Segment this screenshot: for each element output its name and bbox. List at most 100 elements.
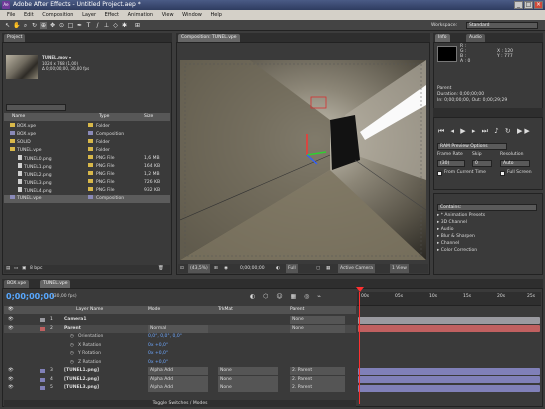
layer-mode-select[interactable]: Alpha Add	[148, 367, 208, 375]
hand-tool-icon[interactable]: ✋	[13, 22, 20, 29]
layer-property-row[interactable]: ◷ Y Rotation 0x +0,0°	[4, 350, 356, 358]
menu-edit[interactable]: Edit	[24, 12, 34, 18]
track-xy-camera-tool-icon[interactable]: ✥	[49, 22, 56, 29]
active-camera-select[interactable]: Active Camera	[338, 264, 376, 273]
eye-icon[interactable]: 👁	[8, 325, 14, 333]
tab-audio[interactable]: Audio	[466, 34, 485, 42]
layer-parent-select[interactable]: 2. Parent	[290, 384, 345, 392]
full-screen-checkbox[interactable]	[500, 171, 505, 176]
layer-name[interactable]: Parent	[64, 325, 81, 333]
label-color-swatch[interactable]	[88, 179, 93, 183]
column-mode[interactable]: Mode	[148, 306, 160, 314]
layer-mode-select[interactable]: Alpha Add	[148, 384, 208, 392]
effects-category-item[interactable]: ▸ 3D Channel	[437, 220, 467, 226]
layer-parent-select[interactable]: None	[290, 316, 345, 324]
layer-property-row[interactable]: ◷ X Rotation 0x +0,0°	[4, 342, 356, 350]
timeline-layer-row[interactable]: 👁 2 Parent Normal None	[4, 324, 356, 333]
text-tool-icon[interactable]: T	[85, 22, 92, 29]
eye-icon[interactable]: 👁	[8, 384, 14, 392]
zoom-select[interactable]: (43,5%)	[188, 264, 210, 273]
project-item-row[interactable]: TUNEL.vpe Folder	[4, 147, 170, 155]
label-color-swatch[interactable]	[88, 131, 93, 135]
frame-rate-select[interactable]: (30)	[437, 160, 465, 167]
skip-input[interactable]: 0	[472, 160, 492, 167]
column-name[interactable]: Name	[12, 113, 25, 121]
menu-help[interactable]: Help	[210, 12, 221, 18]
live-update-icon[interactable]: ◐	[250, 293, 258, 300]
eye-icon[interactable]: 👁	[8, 316, 14, 324]
close-icon[interactable]: ×	[534, 1, 543, 9]
timeline-layer-row[interactable]: 👁 1 Camera1 None	[4, 316, 356, 324]
layer-duration-bar[interactable]	[358, 376, 540, 383]
resolution-select[interactable]: Full	[286, 264, 298, 273]
effects-category-item[interactable]: ▸ * Animation Presets	[437, 213, 485, 219]
layer-duration-bar[interactable]	[358, 316, 540, 324]
orbit-camera-tool-icon[interactable]: ⊕	[40, 22, 47, 29]
show-channel-icon[interactable]: ◐	[276, 264, 280, 273]
menu-view[interactable]: View	[162, 12, 174, 18]
timeline-timecode[interactable]: 0;00;00;00	[6, 292, 55, 301]
layer-label-swatch[interactable]	[40, 369, 45, 373]
label-color-swatch[interactable]	[88, 139, 93, 143]
label-color-swatch[interactable]	[88, 155, 93, 159]
last-frame-icon[interactable]: ⏭	[482, 127, 490, 135]
stopwatch-icon[interactable]: ◷	[70, 350, 74, 358]
maximize-icon[interactable]: □	[524, 1, 533, 9]
pan-behind-tool-icon[interactable]: ⊙	[58, 22, 65, 29]
layer-parent-select[interactable]: 2. Parent	[290, 367, 345, 375]
composition-viewer[interactable]	[180, 60, 426, 260]
view-layout-select[interactable]: 1 View	[390, 264, 409, 273]
workspace-select[interactable]: Standard	[466, 22, 538, 29]
stopwatch-icon[interactable]: ◷	[70, 342, 74, 350]
hide-shy-icon[interactable]: ☺	[276, 293, 285, 300]
column-type[interactable]: Type	[99, 113, 109, 121]
menu-composition[interactable]: Composition	[42, 12, 73, 18]
region-of-interest-icon[interactable]: ▢	[316, 264, 320, 273]
property-value[interactable]: 0,0°, 0,0°, 0,0°	[148, 333, 182, 341]
eye-icon[interactable]: 👁	[8, 376, 14, 384]
rotate-tool-icon[interactable]: ↻	[31, 22, 38, 29]
previous-frame-icon[interactable]: ◂	[451, 127, 457, 135]
trash-icon[interactable]: 🗑	[158, 265, 164, 273]
snapshot-icon[interactable]: ◉	[224, 264, 228, 273]
project-item-row[interactable]: TUNEL4.png PNG File 932 KB	[4, 187, 170, 195]
layer-trkmat-select[interactable]: None	[218, 384, 278, 392]
project-item-row[interactable]: BOX.vpe Composition	[4, 131, 170, 139]
pen-tool-icon[interactable]: ✒	[76, 22, 83, 29]
safe-zones-icon[interactable]: ⊞	[214, 264, 218, 273]
tab-composition[interactable]: Composition: TUNEL.vpe	[178, 34, 240, 42]
next-frame-icon[interactable]: ▸	[472, 127, 478, 135]
draft-3d-icon[interactable]: ⬡	[263, 293, 271, 300]
eraser-tool-icon[interactable]: ◇	[112, 22, 119, 29]
layer-duration-bar[interactable]	[358, 384, 540, 392]
toggle-switches-modes[interactable]: Toggle Switches / Modes	[4, 400, 356, 407]
color-depth-label[interactable]: 8 bpc	[30, 265, 42, 273]
ram-preview-options-select[interactable]: RAM Preview Options	[437, 143, 507, 150]
brush-tool-icon[interactable]: /	[94, 22, 101, 29]
effects-search-input[interactable]: Contains:	[437, 204, 537, 211]
column-trkmat[interactable]: TrkMat	[218, 306, 233, 314]
resolution-select-rc[interactable]: Auto	[500, 160, 530, 167]
project-item-row[interactable]: TUNEL.vpe Composition	[4, 195, 170, 203]
menu-animation[interactable]: Animation	[128, 12, 154, 18]
minimize-icon[interactable]: _	[514, 1, 523, 9]
always-preview-icon[interactable]: ⊡	[180, 264, 184, 273]
project-item-row[interactable]: TUNEL2.png PNG File 1,2 MB	[4, 171, 170, 179]
layer-mode-select[interactable]: Alpha Add	[148, 375, 208, 384]
timeline-layer-row[interactable]: 👁 4 [TUNEL2.png] Alpha Add None 2. Parent	[4, 375, 356, 384]
effects-category-item[interactable]: ▸ Channel	[437, 241, 459, 247]
tab-project[interactable]: Project	[4, 34, 26, 42]
project-item-row[interactable]: SOLID Folder	[4, 139, 170, 147]
label-color-swatch[interactable]	[88, 123, 93, 127]
transparency-grid-icon[interactable]: ▦	[326, 264, 330, 273]
property-value[interactable]: 0x +0,0°	[148, 342, 168, 350]
menu-effect[interactable]: Effect	[105, 12, 119, 18]
label-color-swatch[interactable]	[88, 195, 93, 199]
menu-layer[interactable]: Layer	[82, 12, 96, 18]
project-item-row[interactable]: BOX.vpe Folder	[4, 123, 170, 131]
stopwatch-icon[interactable]: ◷	[70, 333, 74, 341]
eye-icon[interactable]: 👁	[8, 367, 14, 375]
project-item-row[interactable]: TUNEL1.png PNG File 164 KB	[4, 163, 170, 171]
label-color-swatch[interactable]	[88, 187, 93, 191]
label-color-swatch[interactable]	[88, 147, 93, 151]
